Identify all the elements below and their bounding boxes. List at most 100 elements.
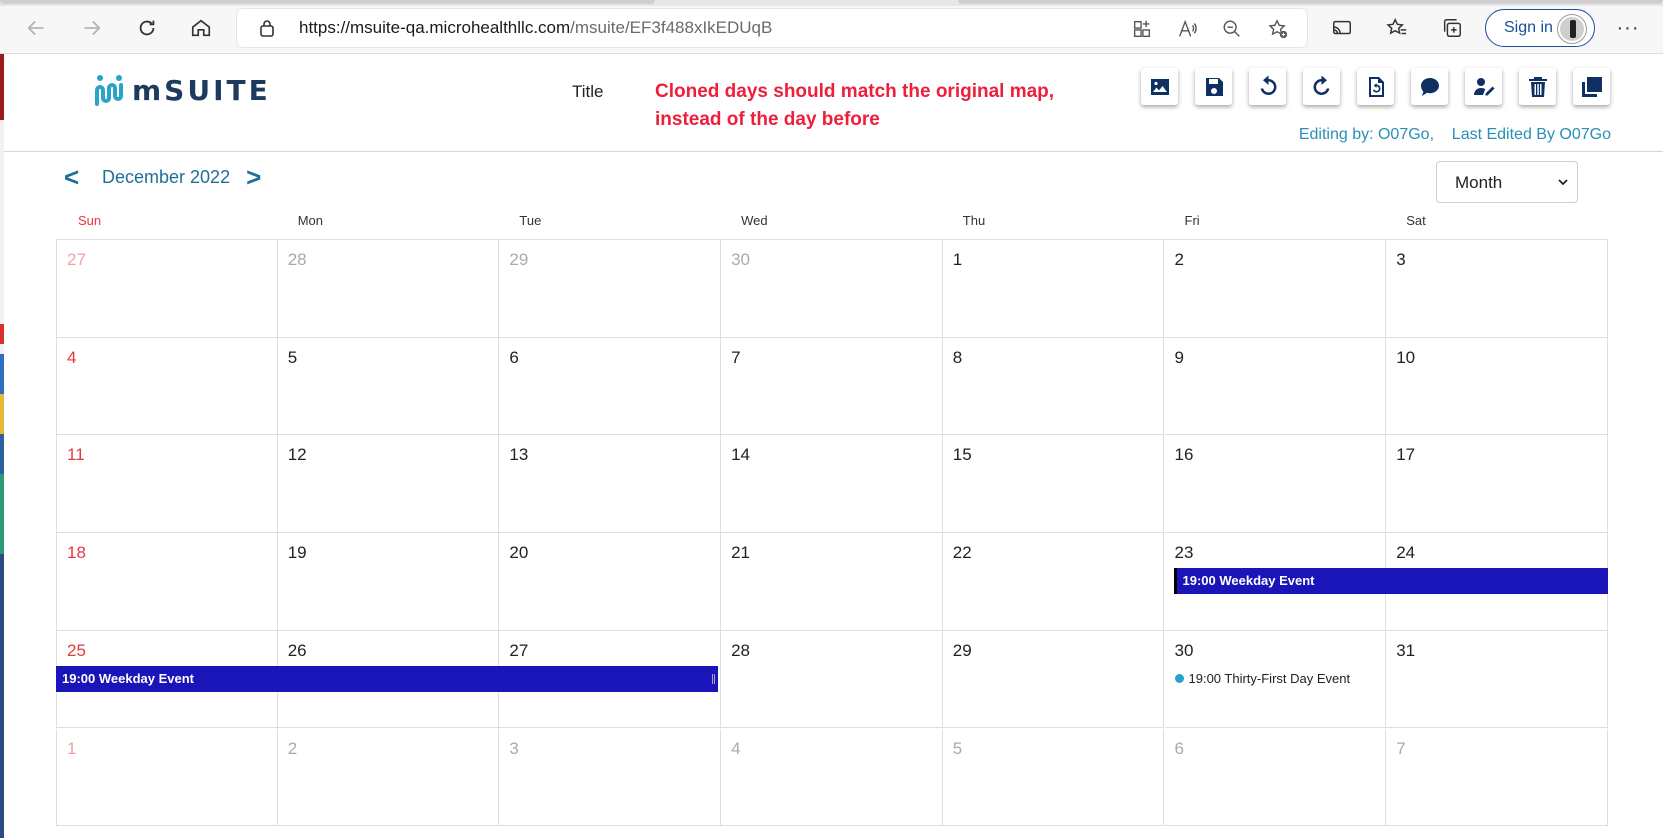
day-cell[interactable]: 7 [1386,728,1608,827]
delete-icon [1528,76,1547,97]
edge-segment [0,554,4,838]
day-number: 14 [731,445,751,465]
day-cell[interactable]: 1 [56,728,278,827]
day-cell[interactable]: 4 [56,337,278,436]
collections-button[interactable] [1438,14,1466,42]
day-number: 6 [1174,738,1184,758]
day-cell[interactable]: 28 [721,630,943,729]
read-aloud-icon[interactable] [1176,18,1198,40]
day-of-week-tue: Tue [519,213,542,228]
day-cell[interactable]: 22 [942,533,1165,631]
home-button[interactable] [185,12,217,44]
sign-in-button[interactable]: Sign in [1485,9,1595,47]
undo-button[interactable] [1249,68,1286,105]
day-cell[interactable]: 6 [499,337,722,436]
insert-image-button[interactable] [1141,68,1178,105]
day-number: 10 [1396,347,1416,367]
day-cell[interactable]: 16 [1164,435,1387,534]
day-cell[interactable]: 21 [721,533,943,631]
day-cell[interactable]: 7 [721,337,943,436]
arrow-right-icon [84,20,101,36]
next-month-button[interactable]: > [246,164,266,190]
day-number: 20 [509,543,529,563]
day-number: 16 [1174,445,1194,465]
day-cell[interactable]: 9 [1164,337,1387,436]
day-of-week-fri: Fri [1184,213,1200,228]
lock-icon[interactable] [259,19,275,37]
resize-handle[interactable] [712,673,716,684]
day-cell[interactable]: 15 [942,435,1165,534]
favorite-add-icon[interactable] [1267,18,1289,40]
save-button[interactable] [1195,68,1232,105]
day-cell[interactable]: 1 [942,240,1165,338]
map-title[interactable]: Cloned days should match the original ma… [655,78,1095,134]
apps-icon[interactable] [1131,18,1153,40]
prev-month-button[interactable]: < [64,164,84,190]
day-cell[interactable]: 30 [721,240,943,338]
refresh-button[interactable] [131,12,163,44]
last-edited-by: Last Edited By O07Go [1451,126,1611,143]
logo-mark-icon [95,75,123,106]
day-cell[interactable]: 2 [277,728,500,827]
redo-button[interactable] [1303,68,1340,105]
day-cell[interactable]: 18 [56,533,278,631]
day-cell[interactable]: 4 [721,728,943,827]
day-cell[interactable]: 8 [942,337,1165,436]
forward-button[interactable] [76,12,108,44]
day-cell[interactable]: 3 [499,728,722,827]
back-button[interactable] [20,12,52,44]
day-cell[interactable]: 20 [499,533,722,631]
day-cell[interactable]: 13 [499,435,722,534]
save-icon [1205,77,1223,96]
address-bar[interactable]: https://msuite-qa.microhealthllc.com/msu… [237,9,1307,47]
event-weekday[interactable]: 19:00 Weekday Event [1173,568,1608,595]
day-cell[interactable]: 2 [1164,240,1387,338]
event-title: 19:00 Weekday Event [62,670,194,686]
clone-button[interactable] [1573,68,1610,105]
url-host: https://msuite-qa.microhealthllc.com [299,18,571,37]
day-number: 5 [287,347,298,367]
day-number: 7 [731,347,741,367]
day-number: 28 [731,640,751,660]
event-thirty-first-day[interactable]: 19:00 Thirty-First Day Event [1174,671,1350,686]
event-weekday[interactable]: 19:00 Weekday Event [56,665,719,692]
delete-button[interactable] [1519,68,1556,105]
zoom-out-icon[interactable] [1221,18,1243,40]
url-text[interactable]: https://msuite-qa.microhealthllc.com/msu… [299,18,772,38]
day-cell[interactable]: 28 [277,240,500,338]
month-label: December 2022 [102,166,231,187]
day-cell[interactable]: 11 [56,435,278,534]
day-cell[interactable]: 12 [277,435,500,534]
msuite-logo[interactable]: mSUITE [92,72,271,108]
day-number: 3 [1396,250,1406,269]
sign-in-label: Sign in [1504,19,1553,36]
day-number: 6 [509,347,519,367]
chevron-down-icon [1558,179,1568,186]
day-number: 11 [67,445,85,465]
day-cell[interactable]: 14 [721,435,943,534]
day-cell[interactable]: 29 [942,630,1165,729]
edge-segment [0,324,4,344]
app-header: mSUITE Title Cloned days should match th… [4,54,1663,152]
view-select[interactable]: Month [1436,161,1578,203]
day-cell[interactable]: 5 [942,728,1165,827]
day-cell[interactable]: 31 [1386,630,1608,729]
day-cell[interactable]: 19 [277,533,500,631]
title-label: Title [572,82,604,101]
day-cell[interactable]: 27 [56,240,278,338]
day-cell[interactable]: 17 [1386,435,1608,534]
day-cell[interactable]: 10 [1386,337,1608,436]
export-button[interactable] [1357,68,1394,105]
edit-user-button[interactable] [1465,68,1502,105]
comment-button[interactable] [1411,68,1448,105]
day-cell[interactable]: 3 [1386,240,1608,338]
day-number: 7 [1396,738,1406,758]
day-cell[interactable]: 5 [277,337,500,436]
more-menu-button[interactable]: ··· [1614,14,1642,42]
user-edit-icon [1473,77,1494,95]
cast-button[interactable] [1328,14,1356,42]
day-cell[interactable]: 6 [1164,728,1387,827]
day-cell[interactable]: 29 [499,240,722,338]
day-number: 19 [287,543,307,563]
favorites-button[interactable] [1383,14,1411,42]
